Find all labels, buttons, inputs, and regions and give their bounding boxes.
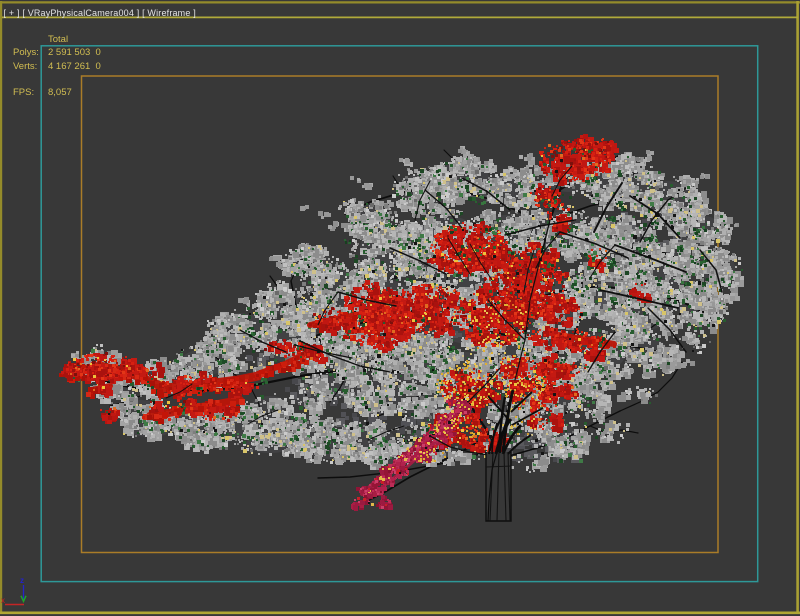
svg-text:z: z bbox=[20, 576, 24, 585]
svg-text:x: x bbox=[1, 596, 5, 605]
